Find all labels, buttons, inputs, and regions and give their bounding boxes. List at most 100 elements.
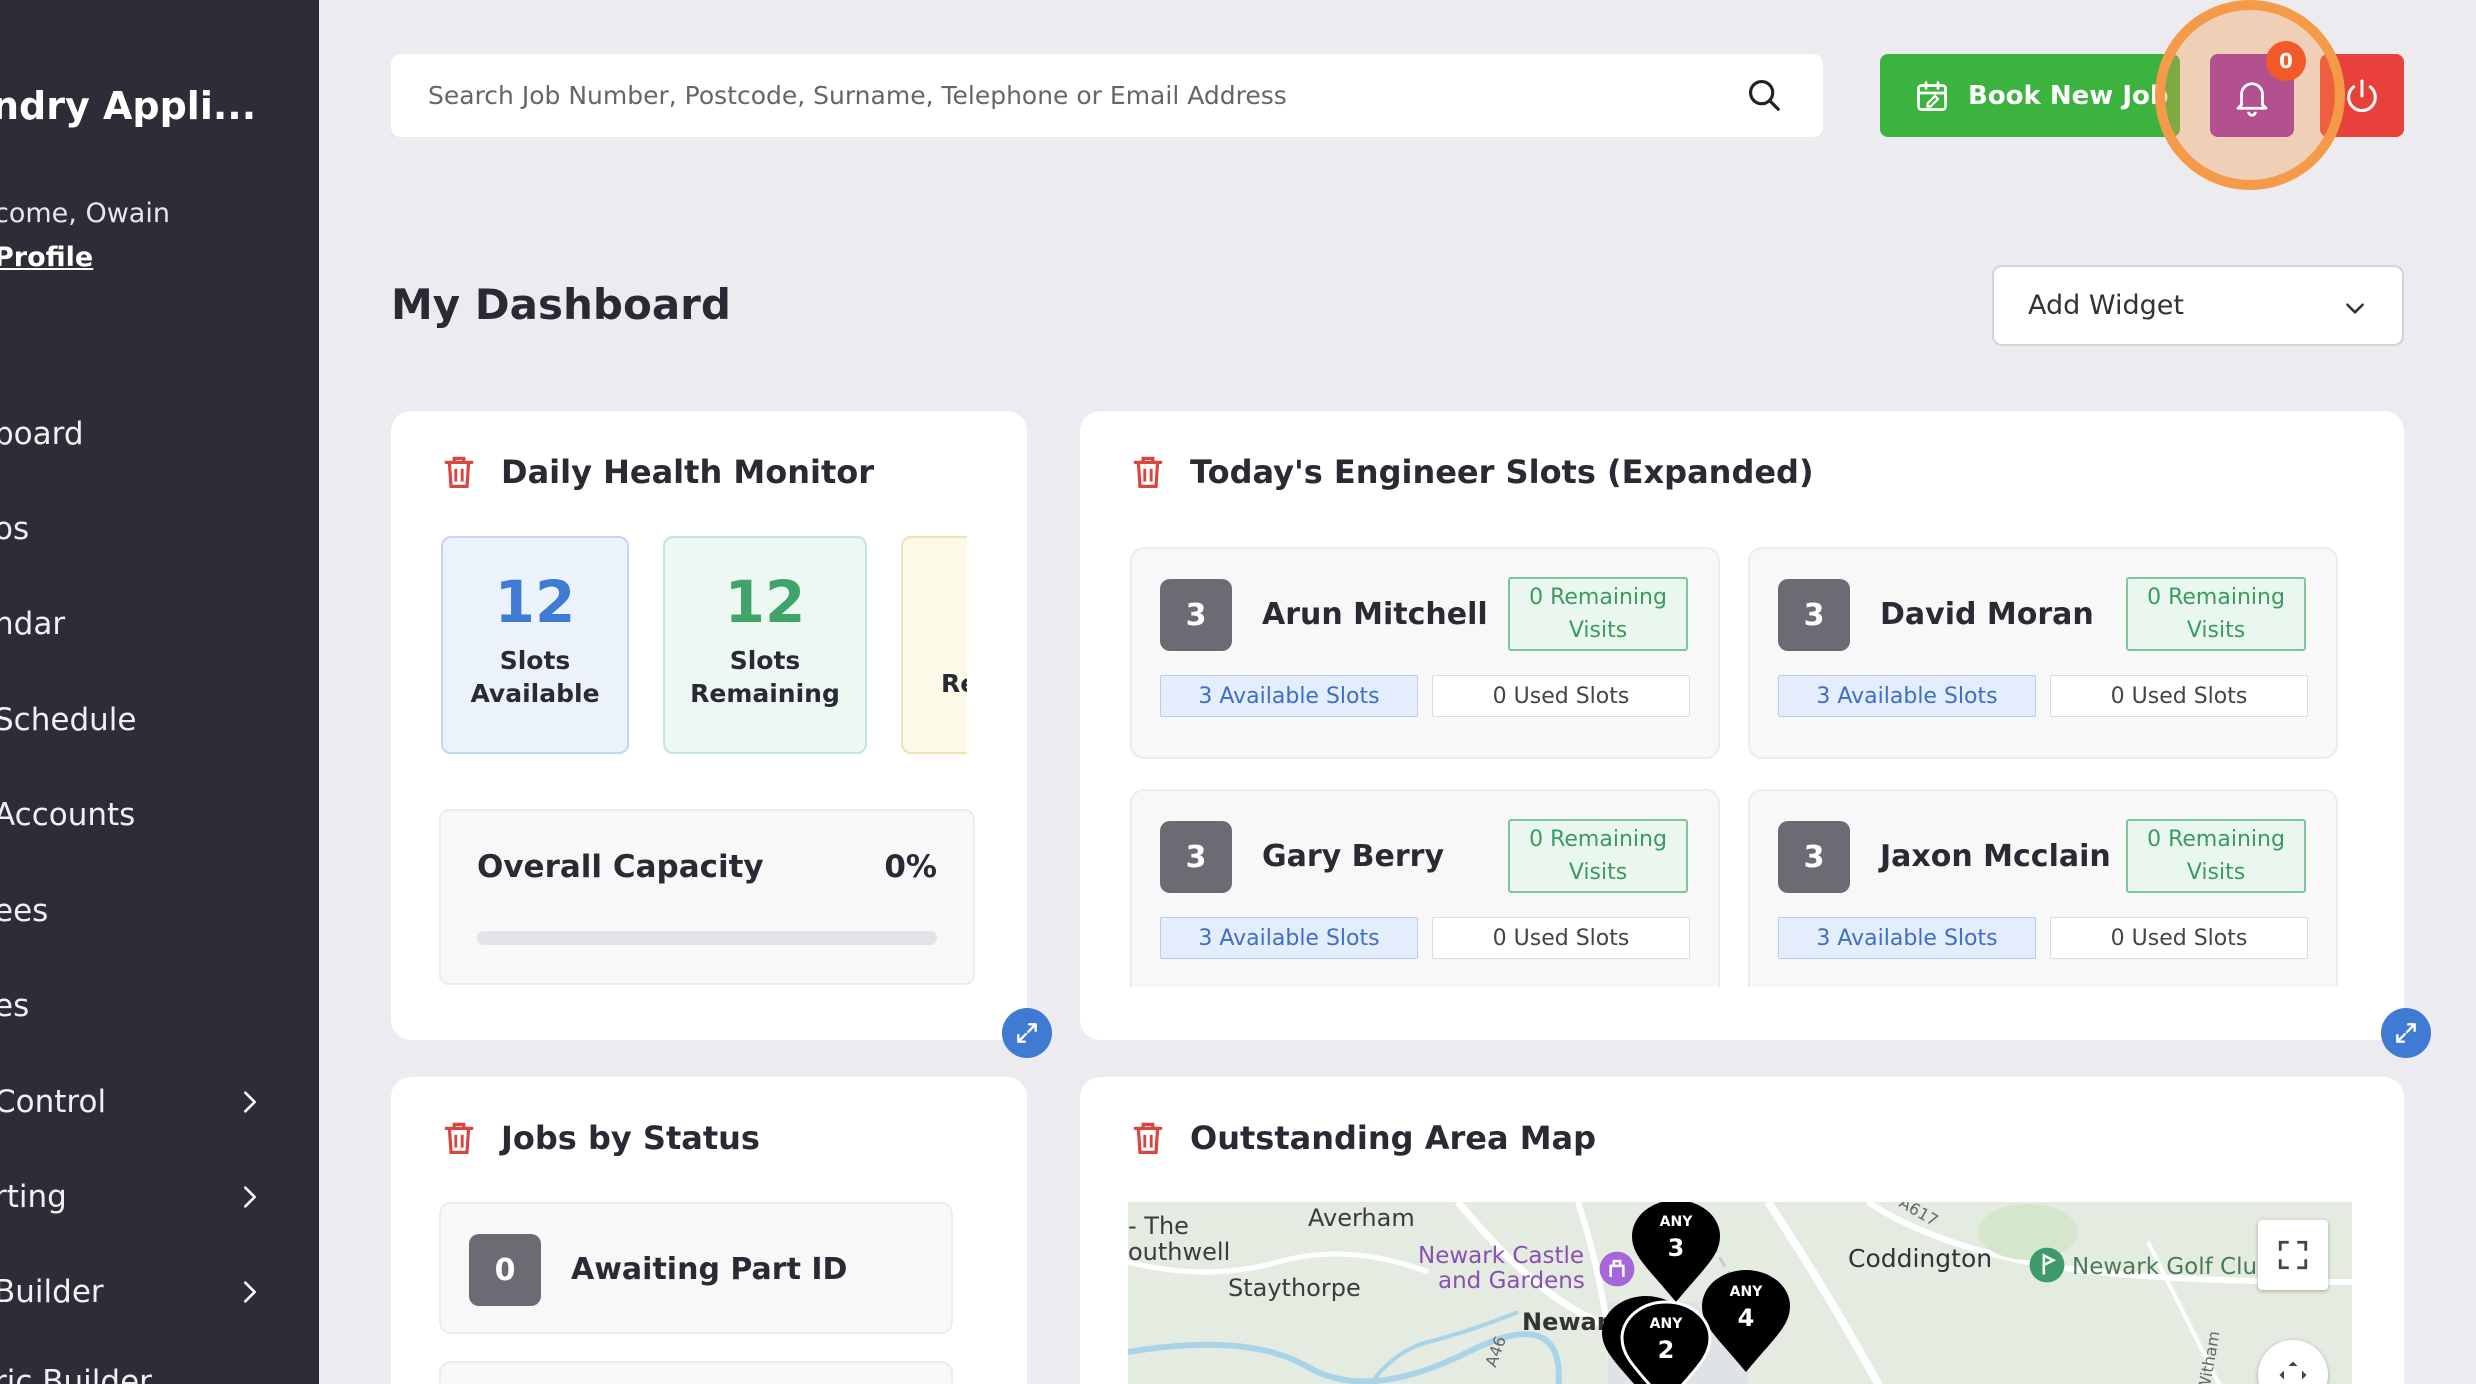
pin-label: ANY — [1729, 1284, 1763, 1300]
area-map-title: Outstanding Area Map — [1190, 1119, 1597, 1157]
stat-label: Available — [470, 679, 600, 708]
area-map[interactable]: - The outhwell Averham Staythorpe Newark… — [1128, 1202, 2352, 1384]
sidebar-item-label: ndar — [0, 606, 66, 642]
job-cluster-pin[interactable]: ANY 2 — [1618, 1300, 1714, 1384]
jobs-by-status-title: Jobs by Status — [501, 1119, 760, 1157]
pin-label: ANY — [1659, 1214, 1693, 1230]
remaining-visits-badge: 0 Remaining Visits — [1508, 819, 1688, 893]
expand-icon — [2396, 1023, 2416, 1043]
chevron-down-icon — [2346, 303, 2364, 314]
sidebar-item-schedule[interactable]: Schedule — [0, 690, 284, 750]
card-title: Jobs by Status — [443, 1119, 760, 1157]
card-title: Today's Engineer Slots (Expanded) — [1132, 453, 1814, 491]
stat-label: Slots — [499, 646, 571, 675]
stat-label: Rem — [941, 669, 967, 698]
sidebar-item-dashboard[interactable]: board — [0, 404, 284, 464]
remaining-line: 0 Remaining — [2147, 585, 2285, 610]
sidebar-item-builder[interactable]: Builder — [0, 1262, 284, 1322]
engineer-card[interactable]: 3 Jaxon Mcclain 0 Remaining Visits 3 Avai… — [1748, 789, 2338, 987]
jobs-by-status-card: Jobs by Status 0 Awaiting Part ID — [391, 1077, 1027, 1384]
expand-widget-button[interactable] — [1002, 1008, 1052, 1058]
bell-icon — [2236, 81, 2268, 117]
trash-icon[interactable] — [1132, 454, 1164, 490]
remaining-line: Visits — [1568, 860, 1628, 885]
sidebar-item-control[interactable]: Control — [0, 1072, 284, 1132]
engineer-name: Arun Mitchell — [1262, 597, 1488, 632]
status-count: 0 — [469, 1234, 541, 1306]
sidebar-item-jobs[interactable]: os — [0, 499, 284, 559]
available-slots-badge: 3 Available Slots — [1160, 675, 1418, 717]
expand-widget-button[interactable] — [2381, 1008, 2431, 1058]
used-slots-badge: 0 Used Slots — [2050, 917, 2308, 959]
trash-icon[interactable] — [1132, 1120, 1164, 1156]
map-label: Newark Castle — [1418, 1243, 1585, 1269]
card-title: Daily Health Monitor — [443, 453, 874, 491]
engineer-slot-count: 3 — [1160, 821, 1232, 893]
map-label: and Gardens — [1438, 1268, 1585, 1294]
expand-icon — [1017, 1023, 1037, 1043]
sidebar-item-label: es — [0, 988, 30, 1024]
sidebar-item-accounts[interactable]: Accounts — [0, 785, 284, 845]
book-new-job-button[interactable]: Book New Job — [1880, 54, 2180, 137]
map-label: Averham — [1308, 1204, 1415, 1232]
sidebar-item-es[interactable]: es — [0, 976, 284, 1036]
engineer-name: David Moran — [1880, 597, 2094, 632]
capacity-value: 0% — [884, 849, 937, 885]
status-label: Awaiting Part ID — [571, 1252, 848, 1287]
health-monitor-title: Daily Health Monitor — [501, 453, 874, 491]
stat-value: 12 — [724, 568, 806, 636]
area-map-card: Outstanding Area Map - The outhwell Aver… — [1080, 1077, 2404, 1384]
remaining-line: Visits — [2186, 618, 2246, 643]
map-fullscreen-button[interactable] — [2258, 1220, 2328, 1290]
used-slots-badge: 0 Used Slots — [2050, 675, 2308, 717]
remaining-line: 0 Remaining — [1529, 585, 1667, 610]
sidebar-item-label: rting — [0, 1179, 67, 1215]
welcome-text: come, Owain — [0, 198, 170, 229]
trash-icon[interactable] — [443, 1120, 475, 1156]
engineer-list: 3 Arun Mitchell 0 Remaining Visits 3 Avai… — [1128, 537, 2338, 987]
notification-count-badge: 0 — [2266, 41, 2306, 81]
stat-visits-remaining: V Rem — [901, 536, 967, 754]
app-title: ndry Appli... — [0, 84, 257, 128]
pin-label: ANY — [1649, 1316, 1683, 1332]
sidebar-item-label: os — [0, 511, 30, 547]
sidebar-item-metric-builder[interactable]: ric Builder — [0, 1352, 284, 1384]
pin-count: 3 — [1667, 1234, 1685, 1262]
engineer-card[interactable]: 3 David Moran 0 Remaining Visits 3 Availa… — [1748, 547, 2338, 759]
overall-capacity: Overall Capacity 0% — [439, 809, 975, 985]
search-input[interactable] — [428, 81, 1728, 110]
sidebar-item-label: board — [0, 416, 84, 452]
engineer-card[interactable]: 3 Arun Mitchell 0 Remaining Visits 3 Avai… — [1130, 547, 1720, 759]
status-row[interactable] — [439, 1361, 953, 1384]
profile-link[interactable]: Profile — [0, 242, 93, 273]
search-icon[interactable] — [1745, 76, 1783, 114]
sidebar-item-label: Control — [0, 1084, 107, 1120]
pin-count: 2 — [1657, 1336, 1675, 1364]
stat-label: Slots — [729, 646, 801, 675]
remaining-line: 0 Remaining — [2147, 827, 2285, 852]
daily-health-monitor-card: Daily Health Monitor 12 Slots Available … — [391, 411, 1027, 1040]
engineer-slot-count: 3 — [1778, 579, 1850, 651]
remaining-line: Visits — [1568, 618, 1628, 643]
available-slots-badge: 3 Available Slots — [1778, 917, 2036, 959]
chevron-right-icon — [244, 1281, 256, 1303]
trash-icon[interactable] — [443, 454, 475, 490]
map-label: Staythorpe — [1228, 1274, 1361, 1302]
sidebar-item-employees[interactable]: ees — [0, 881, 284, 941]
stat-label: Remaining — [690, 679, 840, 708]
add-widget-select[interactable]: Add Widget — [1992, 265, 2404, 346]
engineer-card[interactable]: 3 Gary Berry 0 Remaining Visits 3 Availab… — [1130, 789, 1720, 987]
sidebar-item-calendar[interactable]: ndar — [0, 594, 284, 654]
sidebar-item-label: Schedule — [0, 702, 137, 738]
book-new-job-label: Book New Job — [1968, 80, 2169, 111]
engineer-slot-count: 3 — [1160, 579, 1232, 651]
capacity-label: Overall Capacity — [477, 849, 764, 885]
sidebar-item-label: Accounts — [0, 797, 136, 833]
sidebar-item-reporting[interactable]: rting — [0, 1167, 284, 1227]
engineer-slot-count: 3 — [1778, 821, 1850, 893]
chevron-right-icon — [244, 1186, 256, 1208]
status-row[interactable]: 0 Awaiting Part ID — [439, 1202, 953, 1334]
pan-icon — [2279, 1361, 2307, 1384]
used-slots-badge: 0 Used Slots — [1432, 675, 1690, 717]
sidebar: ndry Appli... come, Owain Profile board … — [0, 0, 319, 1384]
